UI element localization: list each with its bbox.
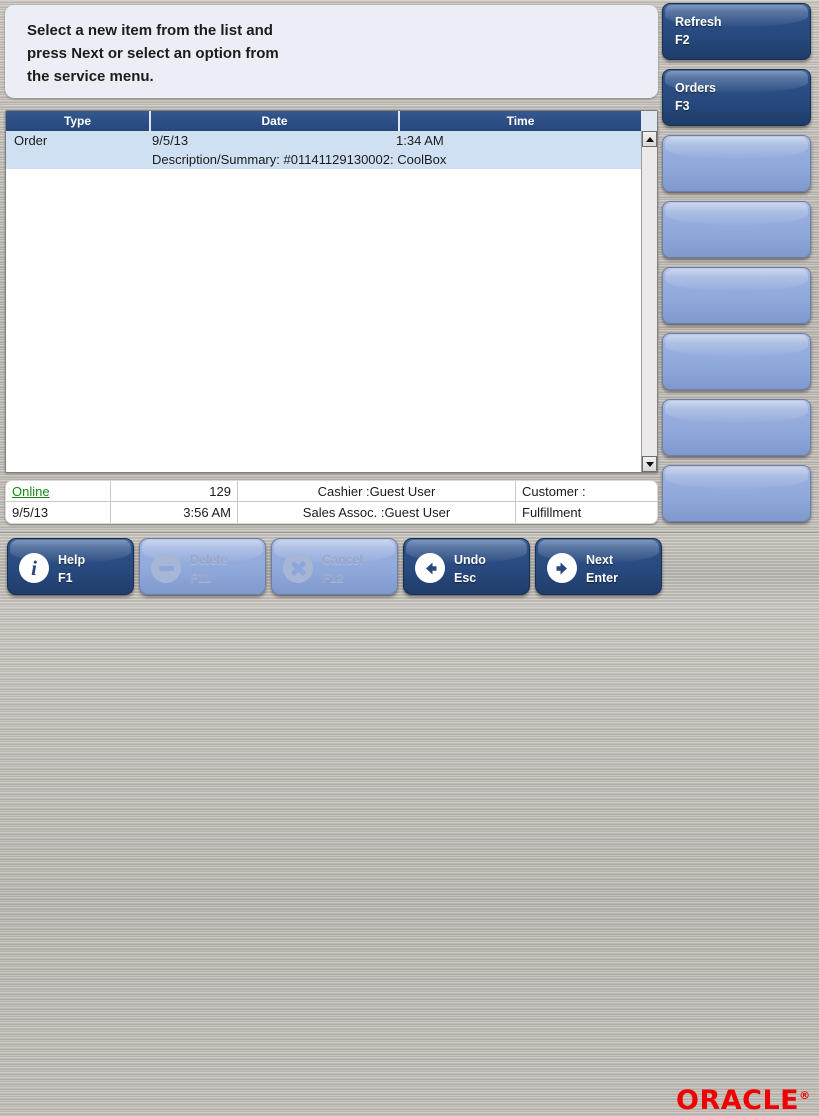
status-date: 9/5/13: [6, 502, 111, 523]
delete-button: Delete F11: [139, 538, 266, 595]
status-bar-row-bottom: 9/5/13 3:56 AM Sales Assoc. :Guest User …: [6, 502, 657, 523]
table-row-secondary-line: Description/Summary: #01141129130002: Co…: [6, 150, 641, 169]
vertical-scrollbar[interactable]: [641, 131, 657, 472]
cell-time: 1:34 AM: [396, 133, 444, 148]
status-cashier: Cashier :Guest User: [238, 481, 516, 501]
cancel-button: Cancel F12: [271, 538, 398, 595]
help-button[interactable]: i Help F1: [7, 538, 134, 595]
status-bar-row-top: Online 129 Cashier :Guest User Customer …: [6, 481, 657, 502]
next-button[interactable]: Next Enter: [535, 538, 662, 595]
button-gloss: [665, 467, 808, 489]
arrow-right-icon: [547, 553, 577, 583]
column-header-filler: [643, 111, 657, 131]
column-header-time[interactable]: Time: [400, 111, 643, 131]
button-gloss: [665, 335, 808, 357]
table-row-primary-line: Order 9/5/13 1:34 AM: [6, 131, 641, 150]
table-body: Order 9/5/13 1:34 AM Description/Summary…: [6, 131, 641, 472]
help-button-label: Help F1: [58, 553, 86, 585]
table-header-row: Type Date Time: [6, 111, 657, 131]
status-bar: Online 129 Cashier :Guest User Customer …: [5, 480, 658, 524]
info-icon: i: [19, 553, 49, 583]
arrow-left-icon: [415, 553, 445, 583]
online-link[interactable]: Online: [12, 484, 50, 499]
sidebar-button-label: Refresh F2: [675, 15, 722, 47]
sidebar-button-label: Orders F3: [675, 81, 716, 113]
cancel-button-label: Cancel F12: [322, 553, 363, 585]
button-gloss: [665, 203, 808, 225]
scrollbar-track[interactable]: [642, 147, 657, 456]
status-customer: Customer :: [522, 484, 586, 499]
scroll-up-arrow-icon[interactable]: [642, 131, 657, 147]
oracle-logo: ORACLE®: [676, 1081, 811, 1116]
delete-button-label: Delete F11: [190, 553, 228, 585]
button-gloss: [665, 401, 808, 423]
triangle-up-glyph: [645, 136, 654, 142]
sidebar-button-empty-6: [662, 333, 811, 390]
table-row[interactable]: Order 9/5/13 1:34 AM Description/Summary…: [6, 131, 641, 169]
instruction-panel: Select a new item from the list and pres…: [5, 5, 658, 98]
status-connection: Online: [6, 481, 111, 501]
column-header-date[interactable]: Date: [151, 111, 400, 131]
status-sales-assoc: Sales Assoc. :Guest User: [238, 502, 516, 523]
minus-glyph: [158, 565, 174, 571]
sidebar-button-empty-5: [662, 267, 811, 324]
cell-type: Order: [14, 133, 48, 148]
sidebar-button-orders[interactable]: Orders F3: [662, 69, 811, 126]
status-mode: Fulfillment: [522, 505, 582, 520]
close-icon: [283, 553, 313, 583]
minus-icon: [151, 553, 181, 583]
scroll-down-arrow-icon[interactable]: [642, 456, 657, 472]
service-menu-sidebar: Refresh F2 Orders F3: [662, 3, 814, 530]
x-glyph: [290, 560, 307, 577]
sidebar-button-empty-3: [662, 135, 811, 192]
sidebar-button-refresh[interactable]: Refresh F2: [662, 3, 811, 60]
button-gloss: [665, 137, 808, 159]
undo-button[interactable]: Undo Esc: [403, 538, 530, 595]
action-button-bar: i Help F1 Delete F11 Cancel F12 Undo Esc…: [0, 532, 819, 1116]
sidebar-button-empty-4: [662, 201, 811, 258]
cell-date: 9/5/13: [152, 133, 189, 148]
info-glyph: i: [31, 555, 37, 580]
application-window: Select a new item from the list and pres…: [0, 0, 819, 1116]
button-gloss: [665, 269, 808, 291]
next-button-label: Next Enter: [586, 553, 618, 585]
main-content-column: Select a new item from the list and pres…: [5, 5, 658, 529]
transaction-list-panel: Type Date Time Order 9/5/13 1:34 AM Desc…: [5, 110, 658, 473]
undo-button-label: Undo Esc: [454, 553, 486, 585]
instruction-text: Select a new item from the list and pres…: [27, 22, 279, 85]
column-header-type[interactable]: Type: [6, 111, 151, 131]
sidebar-button-empty-7: [662, 399, 811, 456]
oracle-logo-registered-mark: ®: [799, 1089, 811, 1102]
oracle-logo-text: ORACLE: [676, 1085, 800, 1116]
triangle-down-glyph: [645, 461, 654, 467]
cell-description: Description/Summary: #01141129130002: Co…: [152, 152, 447, 167]
status-time: 3:56 AM: [111, 502, 238, 523]
sidebar-button-empty-8: [662, 465, 811, 522]
status-register-number: 129: [111, 481, 238, 501]
